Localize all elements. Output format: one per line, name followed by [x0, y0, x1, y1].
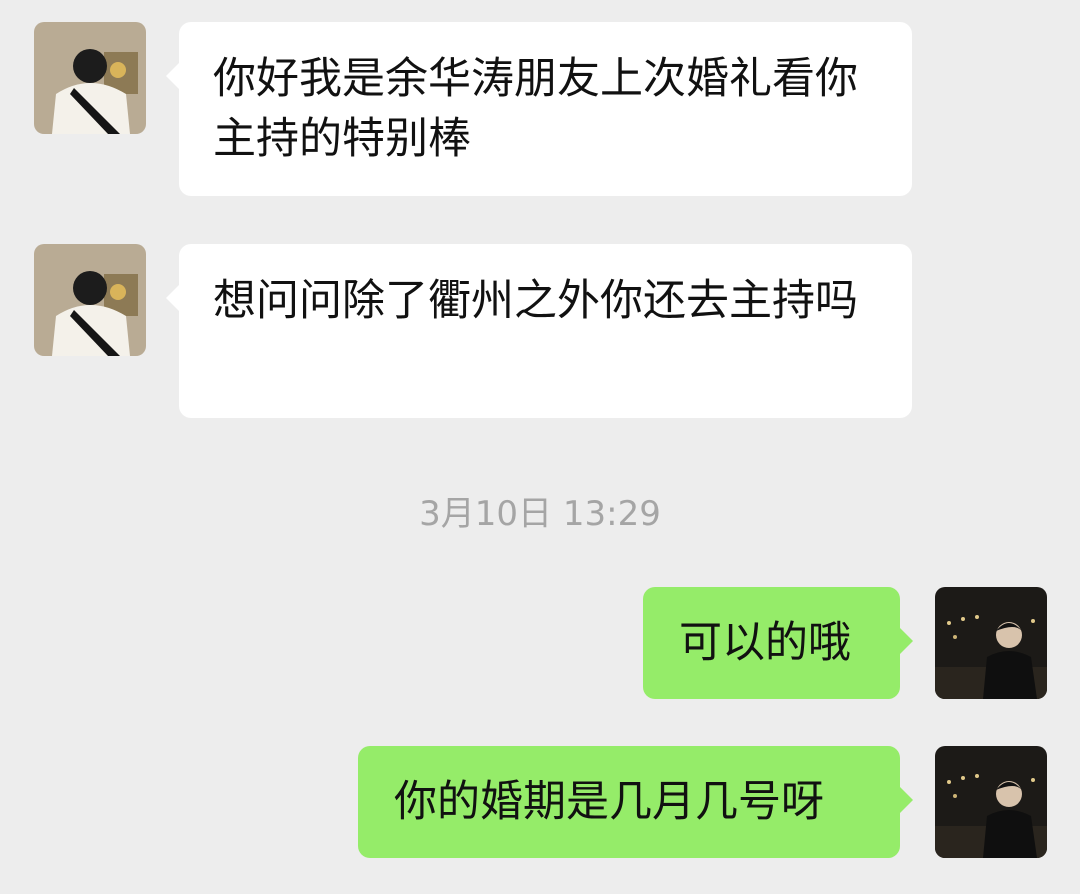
self-avatar[interactable]	[935, 746, 1047, 858]
message-bubble-outgoing[interactable]: 你的婚期是几月几号呀	[358, 746, 913, 858]
message-text: 你的婚期是几月几号呀	[394, 777, 824, 827]
avatar-icon	[935, 746, 1047, 858]
message-bubble-outgoing[interactable]: 可以的哦	[643, 587, 913, 699]
message-bubble-incoming[interactable]: 你好我是余华涛朋友上次婚礼看你主持的特别棒	[166, 22, 912, 196]
message-text: 可以的哦	[679, 618, 851, 668]
message-text: 想问问除了衢州之外你还去主持吗	[213, 276, 858, 326]
avatar-icon	[34, 244, 146, 356]
message-timestamp: 3月10日 13:29	[419, 494, 661, 534]
message-bubble-incoming[interactable]: 想问问除了衢州之外你还去主持吗	[166, 244, 912, 418]
avatar-icon	[34, 22, 146, 134]
avatar-icon	[935, 587, 1047, 699]
self-avatar[interactable]	[935, 587, 1047, 699]
contact-avatar[interactable]	[34, 22, 146, 134]
message-text: 你好我是余华涛朋友上次婚礼看你主持的特别棒	[213, 54, 858, 164]
contact-avatar[interactable]	[34, 244, 146, 356]
